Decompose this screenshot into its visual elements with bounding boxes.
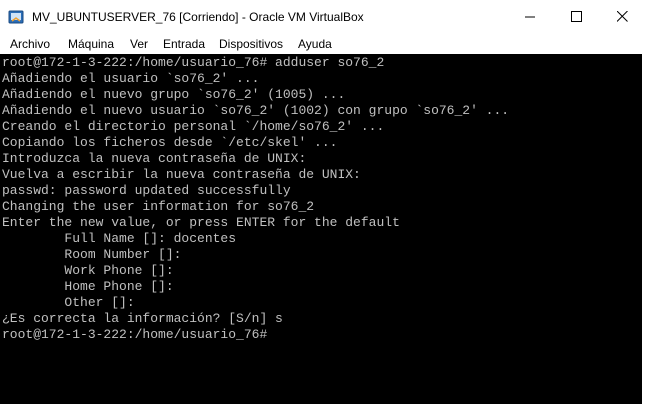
vm-console-screen[interactable]: root@172-1-3-222:/home/usuario_76# addus… — [0, 54, 642, 404]
terminal-line: Vuelva a escribir la nueva contraseña de… — [2, 167, 361, 182]
terminal-line: Copiando los ficheros desde `/etc/skel' … — [2, 135, 338, 150]
terminal-line: Añadiendo el usuario `so76_2' ... — [2, 71, 260, 86]
menu-entrada[interactable]: Entrada — [163, 37, 205, 52]
menu-bar: Archivo Máquina Ver Entrada Dispositivos… — [0, 34, 646, 54]
menu-dispositivos[interactable]: Dispositivos — [219, 37, 283, 52]
terminal-line: ¿Es correcta la información? [S/n] s — [2, 311, 283, 326]
terminal-line: Enter the new value, or press ENTER for … — [2, 215, 400, 230]
terminal-line: Changing the user information for so76_2 — [2, 199, 315, 214]
terminal-line: Work Phone []: — [2, 263, 174, 278]
minimize-icon — [524, 16, 535, 17]
window-titlebar[interactable]: MV_UBUNTUSERVER_76 [Corriendo] - Oracle … — [0, 0, 646, 34]
terminal-line: Room Number []: — [2, 247, 182, 262]
menu-ver[interactable]: Ver — [130, 37, 148, 52]
maximize-icon — [570, 10, 582, 22]
menu-maquina[interactable]: Máquina — [68, 37, 114, 52]
terminal-line: passwd: password updated successfully — [2, 183, 291, 198]
virtualbox-icon — [8, 9, 24, 25]
terminal-line: Añadiendo el nuevo grupo `so76_2' (1005)… — [2, 87, 346, 102]
maximize-button[interactable] — [553, 0, 599, 32]
minimize-button[interactable] — [507, 0, 553, 32]
terminal-line: Añadiendo el nuevo usuario `so76_2' (100… — [2, 103, 510, 118]
menu-archivo[interactable]: Archivo — [10, 37, 50, 52]
terminal-line: Introduzca la nueva contraseña de UNIX: — [2, 151, 307, 166]
close-button[interactable] — [599, 0, 645, 32]
terminal-line: Creando el directorio personal `/home/so… — [2, 119, 385, 134]
close-icon — [616, 10, 628, 22]
terminal-prompt: root@172-1-3-222:/home/usuario_76# — [2, 327, 268, 342]
terminal-line: Other []: — [2, 295, 135, 310]
window-border — [642, 54, 646, 404]
terminal-line: Home Phone []: — [2, 279, 174, 294]
terminal-line: Full Name []: docentes — [2, 231, 237, 246]
window-title: MV_UBUNTUSERVER_76 [Corriendo] - Oracle … — [32, 10, 364, 24]
menu-ayuda[interactable]: Ayuda — [298, 37, 332, 52]
terminal-line: root@172-1-3-222:/home/usuario_76# addus… — [2, 55, 385, 70]
